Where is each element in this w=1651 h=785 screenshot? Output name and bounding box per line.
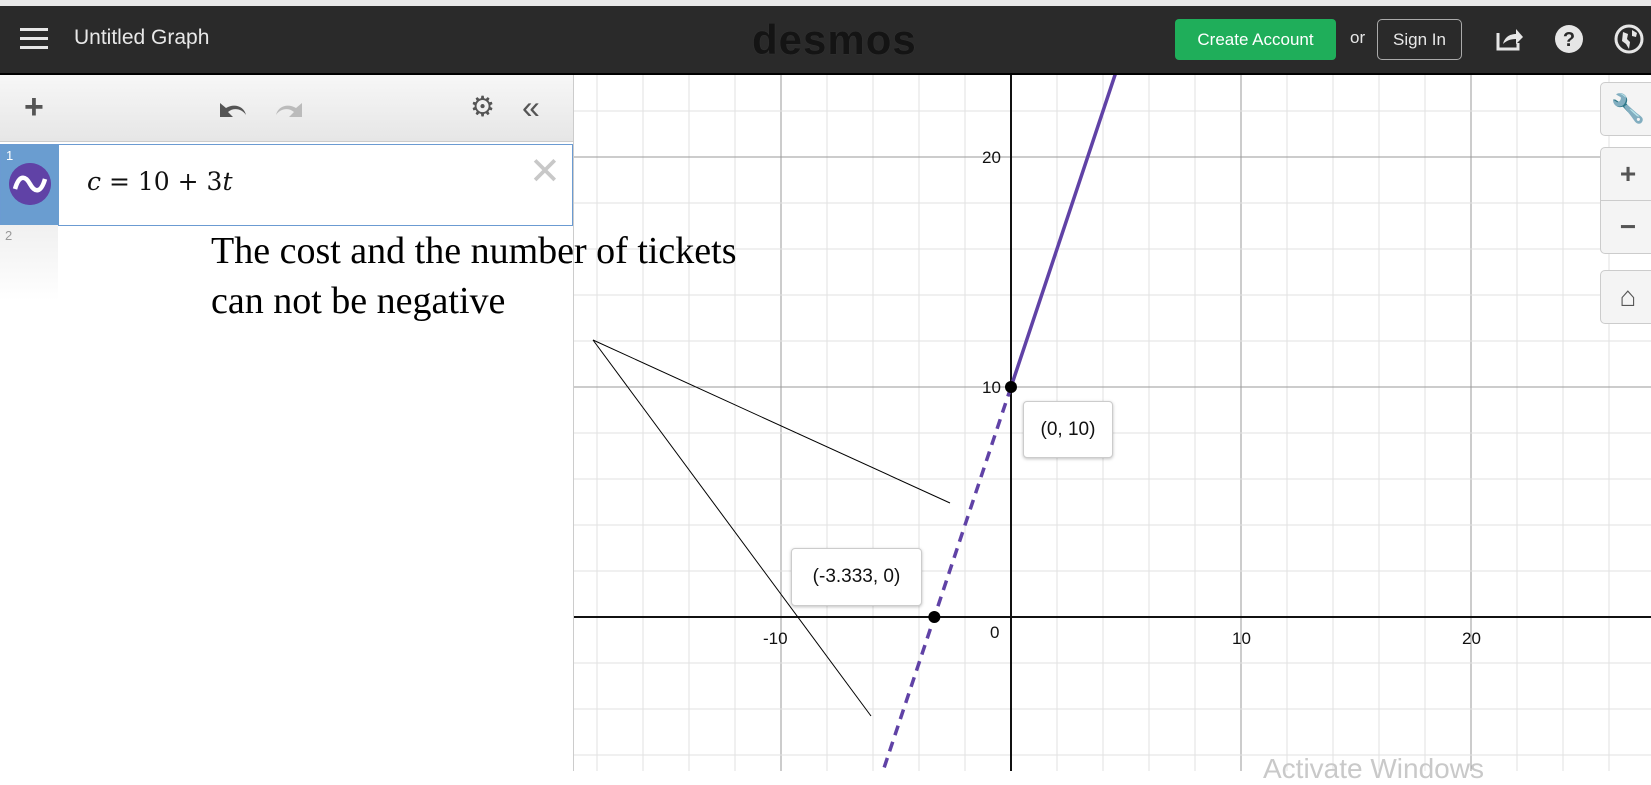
or-text: or: [1350, 28, 1366, 47]
graph-settings[interactable]: 🔧: [1600, 82, 1651, 136]
top-bar: Untitled Graph desmos Create Account or …: [0, 6, 1651, 75]
point-label[interactable]: (-3.333, 0): [791, 548, 922, 606]
expression-panel: + ⚙ « 1 c = 10 + 3t ✕ 2: [0, 75, 574, 771]
x-tick-label: 0: [990, 623, 999, 642]
y-tick-label: 20: [982, 148, 1001, 167]
latex-eq: =: [108, 167, 130, 196]
create-account-button[interactable]: Create Account: [1175, 19, 1336, 60]
x-tick-label: 20: [1462, 629, 1481, 648]
collapse-icon[interactable]: «: [522, 89, 540, 125]
expression-number: 2: [5, 228, 13, 243]
annotation-line: [592, 339, 872, 717]
expression-row-empty[interactable]: 2: [0, 225, 58, 301]
annotation-line-2: can not be negative: [211, 280, 506, 322]
delete-expression-icon[interactable]: ✕: [529, 149, 561, 194]
graph-point[interactable]: [1005, 381, 1017, 393]
expression-input[interactable]: c = 10 + 3t: [87, 167, 233, 196]
graph-point[interactable]: [928, 611, 941, 623]
y-tick-label: 10: [982, 378, 1001, 397]
activate-windows-watermark: Activate Windows: [1263, 753, 1484, 784]
zoom-in-icon[interactable]: +: [1601, 148, 1651, 201]
graph-line-solid[interactable]: [1009, 73, 1117, 388]
menu-icon[interactable]: [20, 28, 48, 50]
redo-icon[interactable]: [270, 95, 306, 123]
latex-const: 10: [137, 167, 170, 196]
annotation-text: The cost and the number of tickets can n…: [211, 226, 737, 326]
zoom-out-icon[interactable]: −: [1601, 201, 1651, 253]
x-tick-label: -10: [763, 629, 788, 648]
home-icon[interactable]: ⌂: [1601, 271, 1651, 323]
point-label[interactable]: (0, 10): [1023, 401, 1113, 458]
help-icon[interactable]: ?: [1554, 24, 1584, 54]
expression-gutter: 1: [1, 145, 59, 225]
globe-icon[interactable]: [1614, 24, 1644, 54]
add-icon[interactable]: +: [24, 89, 44, 125]
latex-var: c: [87, 167, 102, 196]
sign-in-button[interactable]: Sign In: [1377, 19, 1462, 60]
expression-toolbar: + ⚙ «: [0, 75, 573, 142]
annotation-line-1: The cost and the number of tickets: [211, 230, 737, 272]
undo-icon[interactable]: [216, 95, 252, 123]
graph-title[interactable]: Untitled Graph: [74, 26, 209, 50]
expression-number: 1: [6, 148, 14, 163]
zoom-controls: + −: [1600, 147, 1651, 254]
share-icon[interactable]: [1494, 24, 1524, 54]
latex-plus: +: [177, 167, 199, 196]
wave-color-icon[interactable]: [9, 163, 51, 205]
expression-row[interactable]: 1 c = 10 + 3t ✕: [0, 144, 573, 226]
x-tick-label: 10: [1232, 629, 1251, 648]
home-button[interactable]: ⌂: [1600, 270, 1651, 324]
gear-icon[interactable]: ⚙: [470, 89, 495, 125]
latex-var: t: [222, 167, 233, 196]
desmos-logo: desmos: [752, 16, 917, 63]
wrench-icon[interactable]: 🔧: [1601, 83, 1651, 135]
latex-coef: 3: [206, 167, 223, 196]
svg-text:?: ?: [1563, 29, 1575, 51]
